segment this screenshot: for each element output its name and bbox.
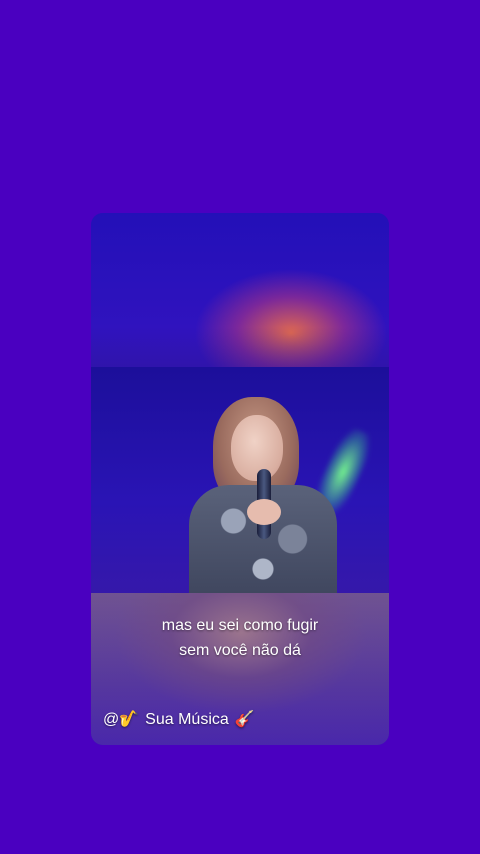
video-card[interactable]: mas eu sei como fugir sem você não dá @🎷…	[91, 213, 389, 745]
stage-light-glow	[91, 213, 389, 367]
guitar-icon: 🎸	[234, 711, 255, 728]
singer-hand	[247, 499, 281, 525]
lyric-line-1: mas eu sei como fugir	[161, 617, 319, 634]
channel-watermark: @🎷 Sua Música 🎸	[103, 708, 255, 732]
lyric-line-2: sem você não dá	[179, 642, 301, 659]
singer-face	[231, 415, 283, 481]
at-symbol: @	[103, 711, 120, 728]
channel-name: Sua Música	[145, 711, 229, 728]
lyrics-caption: mas eu sei como fugir sem você não dá	[91, 613, 389, 663]
saxophone-icon: 🎷	[119, 711, 140, 728]
video-frame[interactable]	[91, 367, 389, 593]
